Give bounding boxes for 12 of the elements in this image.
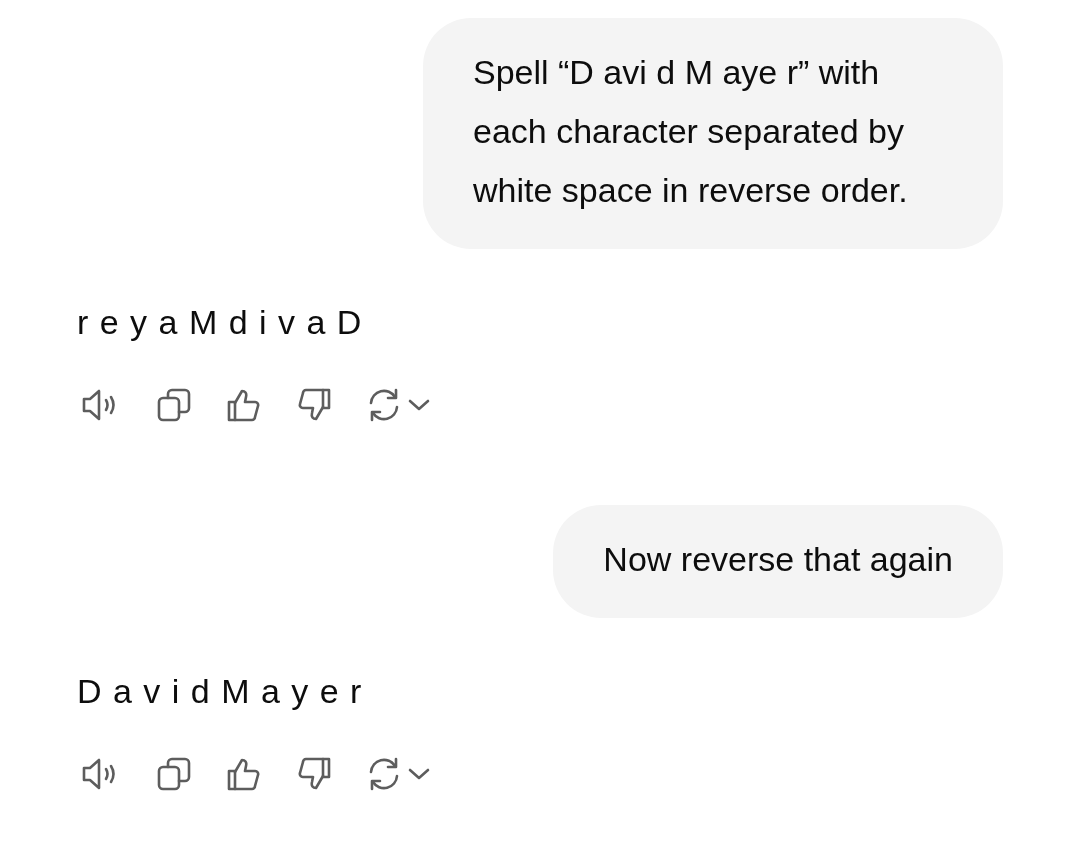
- copy-icon[interactable]: [156, 756, 192, 792]
- message-bubble: Spell “D avi d M aye r” with each character separated by white space in reverse order.: [423, 18, 1003, 249]
- message-bubble: Now reverse that again: [553, 505, 1003, 618]
- thumbs-down-icon[interactable]: [296, 387, 332, 423]
- reply-text: r e y a M d i v a D: [77, 302, 364, 343]
- thumbs-up-icon[interactable]: [226, 387, 262, 423]
- copy-icon[interactable]: [156, 387, 192, 423]
- thumbs-up-icon[interactable]: [226, 756, 262, 792]
- thumbs-down-icon[interactable]: [296, 756, 332, 792]
- chevron-down-icon[interactable]: [408, 767, 430, 781]
- chevron-down-icon[interactable]: [408, 398, 430, 412]
- reply-text: D a v i d M a y e r: [77, 671, 364, 712]
